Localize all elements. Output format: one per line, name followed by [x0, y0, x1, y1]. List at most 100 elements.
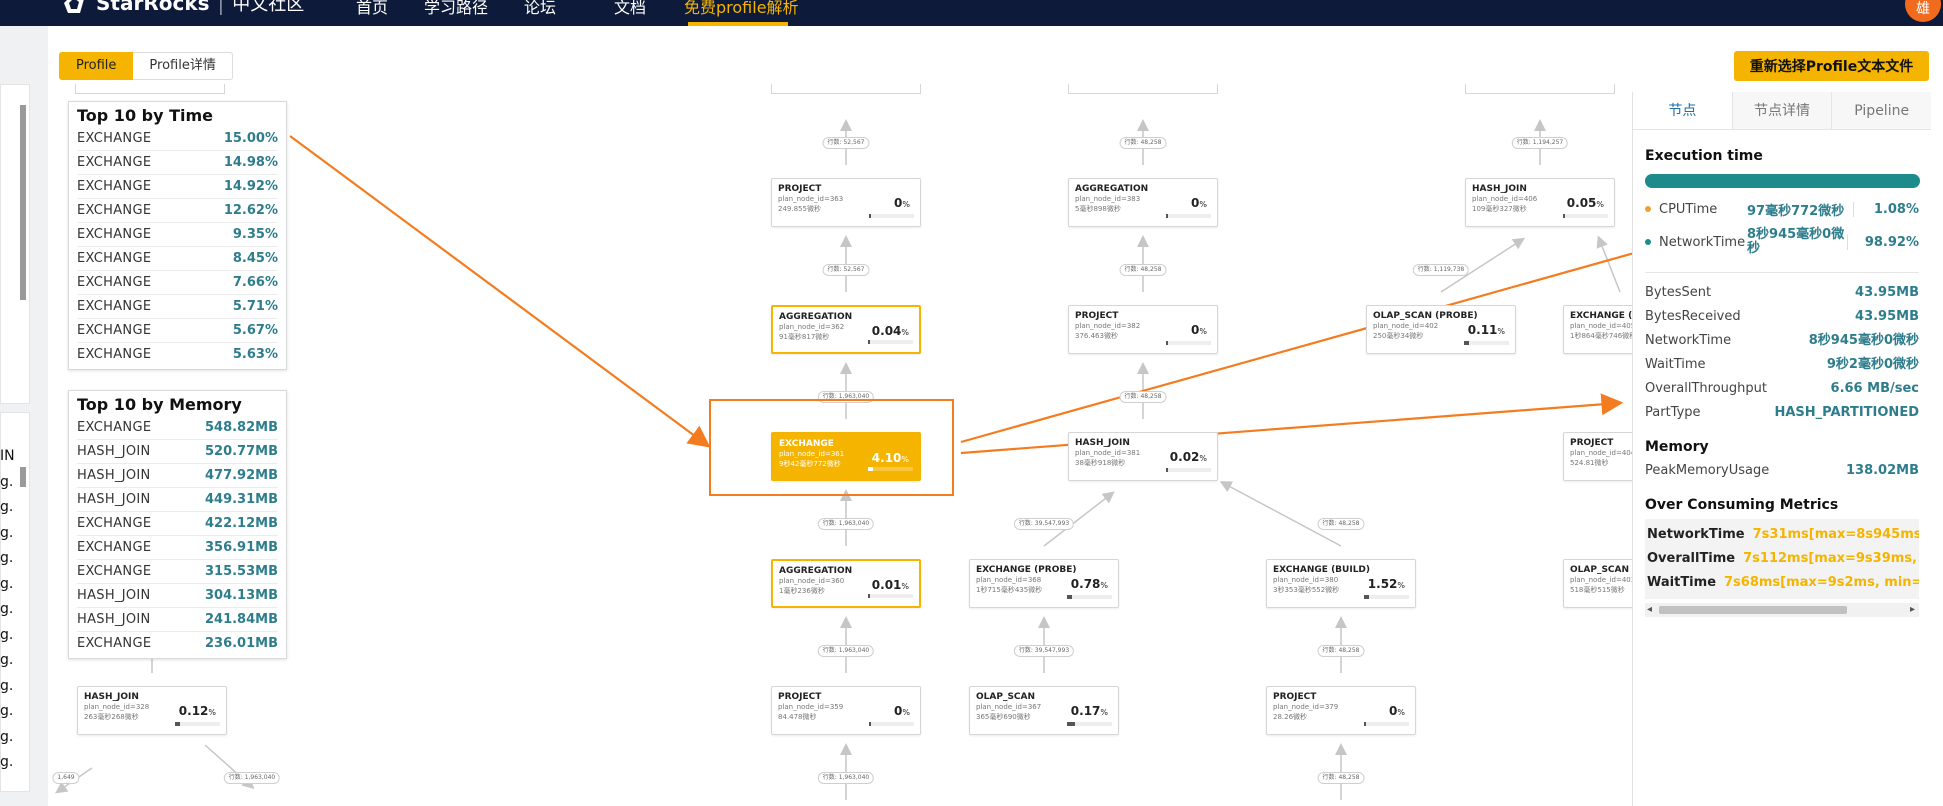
top-time-row[interactable]: EXCHANGE 9.35%	[77, 223, 278, 247]
plan-node[interactable]: OLAP_SCAN (PROBE) plan_node_id=402 250毫秒34…	[1366, 305, 1516, 354]
top-time-row-name: EXCHANGE	[77, 347, 152, 362]
top-memory-row[interactable]: HASH_JOIN 304.13MB	[77, 584, 278, 608]
left-scrollbar-lower[interactable]	[20, 467, 26, 487]
node-progress-bar	[868, 340, 913, 344]
edge-row-count: 行数: 1,119,738	[1412, 264, 1470, 276]
annotation-arrow	[289, 135, 711, 448]
plan-node[interactable]: EXCHANGE (BUILD) plan_node_id=380 3秒353毫秒5…	[1266, 559, 1416, 608]
nav-item-home[interactable]: 首页	[356, 0, 388, 18]
plan-node[interactable]: EXCHANGE (PROBE) plan_node_id=368 1秒715毫秒4…	[969, 559, 1119, 608]
top-memory-row[interactable]: HASH_JOIN 477.92MB	[77, 464, 278, 488]
cpu-time-label: CPUTime	[1659, 201, 1718, 217]
edge-row-count: 行数: 52,567	[822, 137, 870, 149]
node-name: HASH_JOIN	[1075, 438, 1130, 448]
top-memory-row-value: 356.91MB	[204, 540, 278, 555]
top-time-row-value: 14.92%	[223, 179, 278, 194]
top-memory-row[interactable]: HASH_JOIN 449.31MB	[77, 488, 278, 512]
network-time-value: 8秒945毫秒0微秒	[1747, 227, 1845, 256]
node-progress-bar	[1364, 722, 1409, 726]
top-time-row[interactable]: EXCHANGE 8.45%	[77, 247, 278, 271]
plan-node[interactable]: PROJECT plan_node_id=359 84.478微秒 0%	[771, 686, 921, 735]
cpu-time-pct: 1.08%	[1853, 201, 1919, 217]
plan-edge	[1596, 235, 1621, 293]
metric-key: PartType	[1645, 405, 1701, 420]
nav-item-profile[interactable]: 免费profile解析	[684, 0, 799, 18]
plan-node[interactable]: PROJECT plan_node_id=363 249.855微秒 0%	[771, 178, 921, 227]
top-memory-row[interactable]: EXCHANGE 236.01MB	[77, 632, 278, 656]
over-consuming-row: OverallTime 7s112ms[max=9s39ms, min	[1647, 547, 1919, 571]
edge-row-count: 行数: 48,258	[1317, 645, 1365, 657]
tab-pipeline[interactable]: Pipeline	[1832, 92, 1932, 129]
tab-profile-detail[interactable]: Profile详情	[133, 52, 233, 80]
node-progress-bar	[175, 722, 220, 726]
node-stub[interactable]	[1068, 84, 1218, 94]
scroll-left-icon[interactable]: ◂	[1647, 603, 1652, 617]
brand[interactable]: StarRocks | 中文社区	[60, 0, 304, 16]
node-name: PROJECT	[778, 184, 822, 194]
top-time-row[interactable]: EXCHANGE 5.71%	[77, 295, 278, 319]
top-memory-row[interactable]: EXCHANGE 356.91MB	[77, 536, 278, 560]
top-memory-row-name: HASH_JOIN	[77, 612, 151, 627]
plan-node[interactable]: OLAP_SCAN plan_node_id=367 365毫秒690微秒 0.17%	[969, 686, 1119, 735]
top-memory-row-name: EXCHANGE	[77, 564, 152, 579]
node-stub[interactable]	[1465, 84, 1615, 94]
edge-row-count: 行数: 1,963,040	[223, 772, 281, 784]
plan-node[interactable]: AGGREGATION plan_node_id=383 5毫秒898微秒 0%	[1068, 178, 1218, 227]
top-time-row[interactable]: EXCHANGE 14.92%	[77, 175, 278, 199]
node-progress-bar	[1563, 214, 1608, 218]
top-memory-row[interactable]: EXCHANGE 422.12MB	[77, 512, 278, 536]
reselect-profile-button[interactable]: 重新选择Profile文本文件	[1734, 51, 1929, 81]
node-progress-bar	[1166, 214, 1211, 218]
plan-node[interactable]: HASH_JOIN plan_node_id=381 38毫秒918微秒 0.02%	[1068, 432, 1218, 481]
scroll-right-icon[interactable]: ▸	[1910, 603, 1915, 617]
top-time-row[interactable]: EXCHANGE 5.63%	[77, 343, 278, 367]
node-progress-bar	[869, 722, 914, 726]
metric-key: BytesSent	[1645, 285, 1712, 300]
edge-row-count: 行数: 48,258	[1119, 137, 1167, 149]
scroll-thumb[interactable]	[1659, 606, 1847, 614]
top-time-row[interactable]: EXCHANGE 5.67%	[77, 319, 278, 343]
top-time-row-value: 7.66%	[232, 275, 278, 290]
tab-profile[interactable]: Profile	[59, 52, 134, 80]
left-scrollbar[interactable]	[20, 105, 26, 300]
left-text-fragment: g.	[0, 754, 14, 770]
horizontal-scrollbar[interactable]: ◂ ▸	[1645, 603, 1919, 617]
node-percent: 0%	[894, 704, 910, 718]
top-time-row[interactable]: EXCHANGE 15.00%	[77, 127, 278, 151]
metric-row: NetworkTime 8秒945毫秒0微秒	[1645, 329, 1919, 353]
plan-node[interactable]: AGGREGATION plan_node_id=362 91毫秒817微秒 0.04…	[771, 305, 921, 354]
node-detail-panel: 节点 节点详情 Pipeline Execution time CPUTime …	[1632, 92, 1932, 806]
top-memory-row-value: 236.01MB	[204, 636, 278, 651]
node-name: PROJECT	[778, 692, 822, 702]
top-memory-row[interactable]: EXCHANGE 315.53MB	[77, 560, 278, 584]
brand-separator: |	[217, 0, 225, 15]
node-progress-bar	[1364, 595, 1409, 599]
top-memory-row[interactable]: HASH_JOIN 520.77MB	[77, 440, 278, 464]
nav-item-learning[interactable]: 学习路径	[424, 0, 488, 18]
tab-node[interactable]: 节点	[1633, 92, 1733, 129]
node-percent: 0.12%	[178, 704, 216, 718]
left-text-fragment: g.	[0, 728, 14, 745]
top-memory-row-name: EXCHANGE	[77, 516, 152, 531]
plan-node[interactable]: HASH_JOIN plan_node_id=328 263毫秒268微秒 0.12%	[77, 686, 227, 735]
node-stub[interactable]	[771, 84, 921, 94]
plan-node[interactable]: AGGREGATION plan_node_id=360 1毫秒236微秒 0.01%	[771, 559, 921, 608]
nav-item-forum[interactable]: 论坛	[524, 0, 556, 18]
metric-row: PartType HASH_PARTITIONED	[1645, 401, 1919, 425]
plan-node[interactable]: PROJECT plan_node_id=382 376.463微秒 0%	[1068, 305, 1218, 354]
top-memory-row[interactable]: HASH_JOIN 241.84MB	[77, 608, 278, 632]
top-time-row[interactable]: EXCHANGE 14.98%	[77, 151, 278, 175]
metric-key: OverallThroughput	[1645, 381, 1767, 396]
top10-memory-title: Top 10 by Memory	[77, 395, 242, 414]
plan-node[interactable]: HASH_JOIN plan_node_id=406 109毫秒327微秒 0.05%	[1465, 178, 1615, 227]
top-memory-row-name: HASH_JOIN	[77, 468, 151, 483]
top-time-row[interactable]: EXCHANGE 7.66%	[77, 271, 278, 295]
top-time-row[interactable]: EXCHANGE 12.62%	[77, 199, 278, 223]
node-stub[interactable]	[75, 84, 225, 94]
top-memory-row[interactable]: EXCHANGE 548.82MB	[77, 416, 278, 440]
plan-node[interactable]: PROJECT plan_node_id=379 28.26微秒 0%	[1266, 686, 1416, 735]
tab-node-detail[interactable]: 节点详情	[1732, 92, 1833, 129]
avatar[interactable]: 雄	[1905, 0, 1941, 22]
edge-row-count: 行数: 39,547,993	[1013, 645, 1075, 657]
nav-item-docs[interactable]: 文档	[614, 0, 646, 18]
